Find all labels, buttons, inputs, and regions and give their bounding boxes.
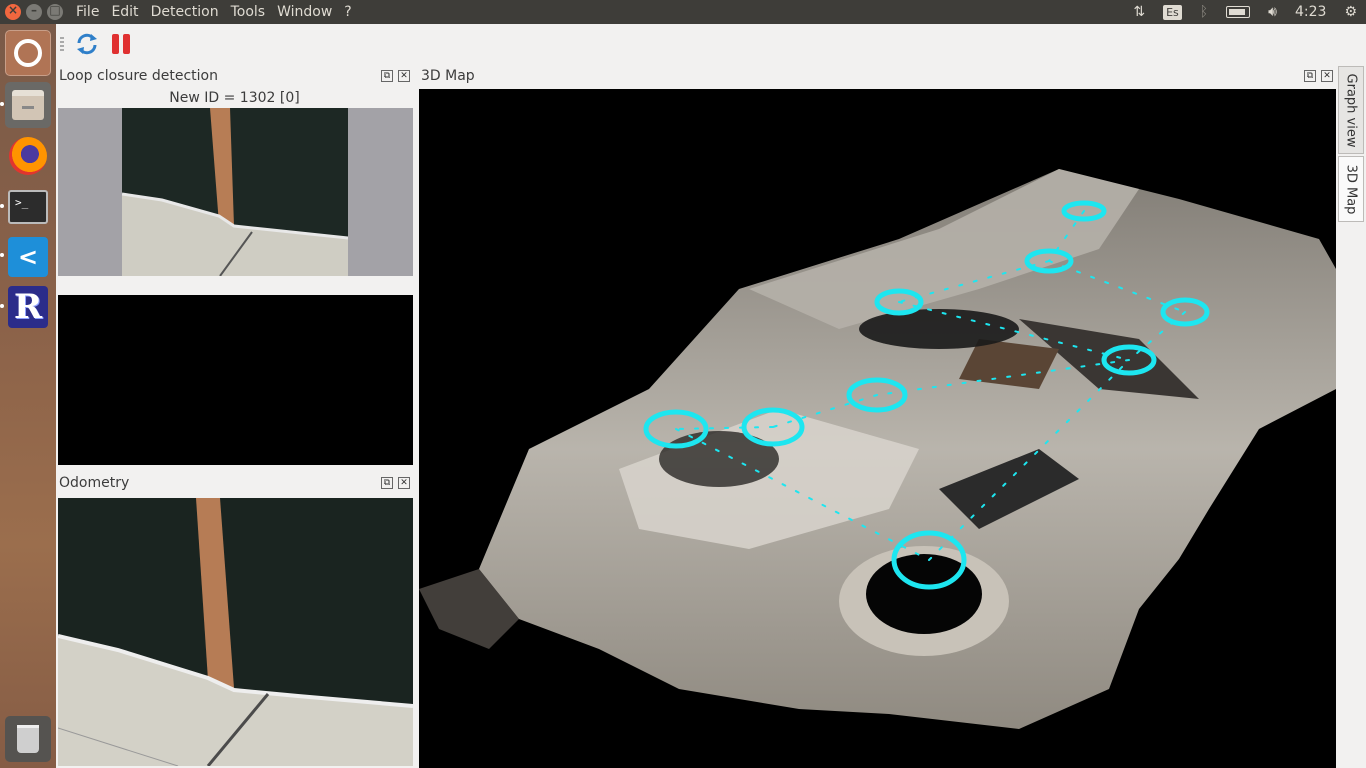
trash-launcher-button[interactable] [5, 716, 51, 762]
rtabmap-launcher-button[interactable]: R [5, 284, 51, 330]
refresh-icon [77, 33, 97, 55]
top-panel: × – □ File Edit Detection Tools Window ?… [0, 0, 1366, 24]
maximize-icon: □ [49, 3, 61, 17]
terminal-icon: >_ [8, 190, 48, 224]
pause-button[interactable] [110, 32, 134, 56]
vscode-icon: < [8, 237, 48, 277]
menubar: File Edit Detection Tools Window ? [70, 3, 358, 21]
loop-closure-dock-buttons: ⧉ ✕ [381, 70, 410, 82]
running-indicator [0, 253, 4, 257]
float-icon[interactable]: ⧉ [1304, 70, 1316, 82]
menu-tools[interactable]: Tools [225, 3, 272, 21]
trash-icon [17, 725, 39, 753]
clock[interactable]: 4:23 [1295, 4, 1326, 20]
float-icon[interactable]: ⧉ [381, 70, 393, 82]
menu-detection[interactable]: Detection [145, 3, 225, 21]
close-icon: × [7, 3, 19, 17]
refresh-button[interactable] [74, 31, 100, 57]
running-indicator [0, 304, 4, 308]
menu-window[interactable]: Window [271, 3, 338, 21]
ubuntu-logo-icon [14, 39, 42, 67]
rtabmap-icon: R [8, 286, 48, 328]
bluetooth-icon[interactable]: ᛒ [1200, 4, 1208, 20]
running-indicator [0, 204, 4, 208]
window-minimize-button[interactable]: – [26, 3, 42, 20]
loop-closure-image [58, 108, 413, 276]
odometry-title: Odometry [59, 475, 130, 491]
close-icon[interactable]: ✕ [1321, 70, 1333, 82]
map3d-title: 3D Map [421, 68, 475, 84]
new-id-label: New ID = 1302 [0] [169, 90, 300, 106]
odometry-image [58, 498, 413, 766]
minimize-icon: – [31, 3, 37, 17]
rtabmap-window: Loop closure detection ⧉ ✕ New ID = 1302… [56, 24, 1366, 768]
keyboard-layout-indicator[interactable]: Es [1163, 4, 1182, 20]
firefox-launcher-button[interactable] [5, 133, 51, 179]
tab-3d-map[interactable]: 3D Map [1338, 156, 1364, 222]
menu-help[interactable]: ? [338, 3, 357, 21]
tab-graph-view-label: Graph view [1343, 73, 1359, 147]
toolbar [56, 24, 1366, 64]
volume-icon[interactable]: 🔊︎ [1268, 4, 1277, 20]
loop-closure-title: Loop closure detection [59, 68, 218, 84]
files-launcher-button[interactable] [5, 82, 51, 128]
map3d-dock-buttons: ⧉ ✕ [1304, 70, 1333, 82]
map3d-viewport[interactable] [419, 89, 1336, 768]
loop-closure-match-image [58, 295, 413, 465]
window-maximize-button[interactable]: □ [47, 3, 63, 20]
odometry-dock-buttons: ⧉ ✕ [381, 477, 410, 489]
float-icon[interactable]: ⧉ [381, 477, 393, 489]
close-icon[interactable]: ✕ [398, 70, 410, 82]
running-indicator [0, 102, 4, 106]
system-indicators: ⇅ Es ᛒ 🔊︎ 4:23 ⚙ [1124, 0, 1366, 24]
firefox-icon [9, 137, 47, 175]
tab-3d-map-label: 3D Map [1343, 164, 1359, 214]
gear-icon[interactable]: ⚙ [1344, 4, 1357, 20]
pause-icon [112, 34, 119, 54]
network-icon[interactable]: ⇅ [1133, 4, 1145, 20]
launcher: >_ < R [0, 24, 56, 768]
tab-graph-view[interactable]: Graph view [1338, 66, 1364, 154]
vscode-launcher-button[interactable]: < [5, 234, 51, 280]
close-icon[interactable]: ✕ [398, 477, 410, 489]
side-tab-bar: Graph view 3D Map [1336, 66, 1366, 768]
file-cabinet-icon [12, 90, 44, 120]
battery-icon[interactable] [1226, 6, 1251, 18]
pause-icon [123, 34, 130, 54]
ubuntu-dash-button[interactable] [5, 30, 51, 76]
window-close-button[interactable]: × [5, 3, 21, 20]
toolbar-grip[interactable] [60, 37, 64, 51]
menu-edit[interactable]: Edit [105, 3, 144, 21]
terminal-launcher-button[interactable]: >_ [5, 184, 51, 230]
menu-file[interactable]: File [70, 3, 105, 21]
